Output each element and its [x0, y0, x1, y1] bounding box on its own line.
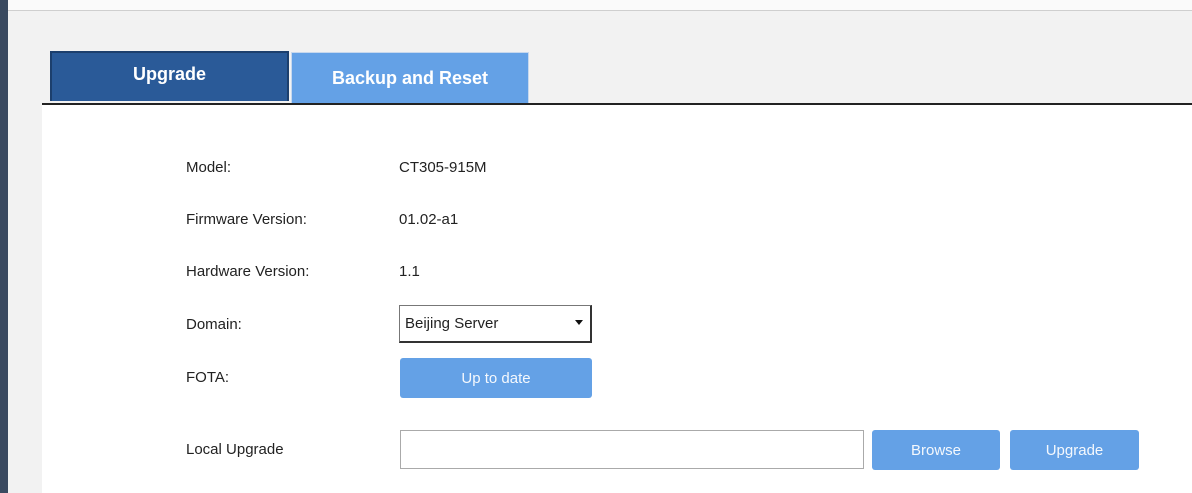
browse-button-label: Browse: [910, 441, 962, 459]
upgrade-panel: Model: CT305-915M Firmware Version: 01.0…: [42, 105, 1192, 493]
tab-upgrade-label: Upgrade: [132, 63, 206, 84]
domain-select[interactable]: Beijing Server: [399, 305, 592, 343]
tab-backup-and-reset[interactable]: Backup and Reset: [291, 52, 529, 104]
domain-label: Domain:: [186, 316, 242, 333]
hardware-version-value: 1.1: [399, 263, 420, 280]
tab-backup-label: Backup and Reset: [331, 68, 489, 88]
top-bar: [8, 0, 1192, 11]
hardware-version-label: Hardware Version:: [186, 263, 310, 280]
fota-button[interactable]: Up to date: [400, 358, 592, 398]
local-upgrade-label: Local Upgrade: [186, 441, 284, 458]
firmware-version-label: Firmware Version:: [186, 211, 307, 228]
chevron-down-icon: [575, 320, 583, 325]
tab-upgrade[interactable]: Upgrade: [50, 51, 289, 101]
fota-label: FOTA:: [186, 369, 230, 386]
firmware-version-value: 01.02-a1: [399, 211, 459, 228]
sidebar-edge: [0, 0, 8, 493]
upgrade-button[interactable]: Upgrade: [1010, 430, 1139, 470]
domain-selected-value: Beijing Server: [405, 315, 499, 332]
browse-button[interactable]: Browse: [872, 430, 1000, 470]
model-label: Model:: [186, 159, 232, 176]
model-value: CT305-915M: [399, 159, 487, 176]
upgrade-button-label: Upgrade: [1045, 441, 1104, 459]
local-upgrade-file-input[interactable]: [400, 430, 864, 469]
fota-button-label: Up to date: [461, 369, 531, 387]
